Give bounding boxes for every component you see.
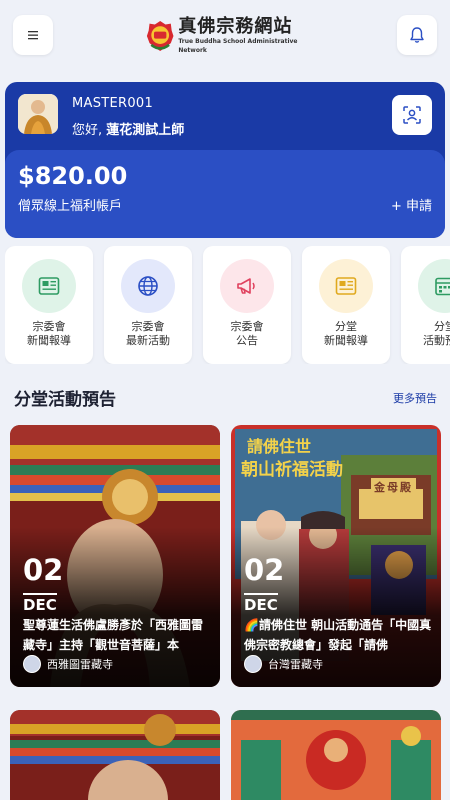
tile-branch-activities[interactable]: 分堂 活動預告: [401, 246, 450, 364]
event-day: 02: [244, 553, 285, 587]
event-title: 聖尊蓮生活佛盧勝彥於「西雅圖雷藏寺」主持「觀世音菩薩」本: [23, 618, 204, 652]
more-link[interactable]: 更多預告: [393, 390, 437, 406]
bell-icon: [410, 27, 424, 43]
balance-panel: $820.00 僧眾線上福利帳戶 + 申請: [5, 150, 445, 238]
poster-line-2: 朝山祈福活動: [241, 460, 343, 480]
tile-hq-news[interactable]: 宗委會 新聞報導: [5, 246, 93, 364]
event-card[interactable]: [10, 710, 220, 800]
top-bar: 真佛宗務網站 True Buddha School Administrative…: [0, 0, 450, 72]
event-org: 西雅圖雷藏寺: [23, 655, 113, 673]
greeting-name: 蓮花測試上師: [106, 123, 185, 138]
tile-icon-bg: [22, 259, 76, 313]
tile-hq-announcements[interactable]: 宗委會 公告: [203, 246, 291, 364]
event-month: DEC: [23, 593, 57, 614]
apply-button[interactable]: + 申請: [391, 195, 432, 214]
menu-icon: [28, 31, 38, 40]
poster-line-1: 請佛住世: [247, 437, 312, 456]
event-image: [10, 710, 220, 800]
face-scan-button[interactable]: [392, 95, 432, 135]
tile-icon-bg: [418, 259, 450, 313]
tile-label: 宗委會 新聞報導: [27, 320, 71, 347]
tile-icon-bg: [220, 259, 274, 313]
balance-label: 僧眾線上福利帳戶: [18, 199, 123, 214]
event-title: 🌈請佛住世 朝山活動通告「中國真佛宗密教總會」發起「請佛: [244, 618, 432, 652]
logo-title: 真佛宗務網站: [178, 16, 293, 37]
section-title: 分堂活動預告: [14, 390, 116, 410]
app-logo: 真佛宗務網站 True Buddha School Administrative…: [146, 16, 311, 56]
tile-branch-news[interactable]: 分堂 新聞報導: [302, 246, 390, 364]
event-month: DEC: [244, 593, 278, 614]
org-name: 台灣雷藏寺: [268, 658, 323, 671]
event-card[interactable]: 02 DEC 聖尊蓮生活佛盧勝彥於「西雅圖雷藏寺」主持「觀世音菩薩」本 西雅圖雷…: [10, 425, 220, 687]
event-image: [231, 710, 441, 800]
logo-subtitle: True Buddha School Administrative Networ…: [178, 38, 298, 54]
event-day: 02: [23, 553, 64, 587]
org-name: 西雅圖雷藏寺: [47, 658, 113, 671]
face-scan-icon: [403, 106, 421, 124]
user-id: MASTER001: [72, 96, 154, 111]
megaphone-icon: [237, 278, 255, 294]
tile-label: 分堂 活動預告: [423, 320, 450, 347]
globe-icon: [138, 276, 158, 296]
quick-links: 宗委會 新聞報導 宗委會 最新活動 宗委會 公告 分堂 新聞報導 分 活動: [5, 246, 450, 364]
greeting-prefix: 您好,: [72, 123, 103, 138]
poster-sign: 金母殿: [371, 478, 416, 496]
account-card: MASTER001 您好, 蓮花測試上師 $820.00 僧眾線上福利帳戶 + …: [5, 82, 445, 238]
event-org: 台灣雷藏寺: [244, 655, 323, 673]
tile-icon-bg: [121, 259, 175, 313]
calendar-icon: [435, 277, 450, 296]
tile-hq-activities[interactable]: 宗委會 最新活動: [104, 246, 192, 364]
event-card[interactable]: 請佛住世 朝山祈福活動 金母殿 02 DEC 🌈請佛住世 朝山活動通告「中國真佛…: [231, 425, 441, 687]
newspaper-icon: [38, 277, 60, 295]
balance-amount: $820.00: [18, 162, 128, 190]
logo-seal-icon: [146, 20, 174, 52]
org-avatar: [244, 655, 262, 673]
tile-label: 宗委會 公告: [230, 320, 264, 347]
event-card[interactable]: [231, 710, 441, 800]
org-avatar: [23, 655, 41, 673]
menu-button[interactable]: [13, 15, 53, 55]
tile-label: 宗委會 最新活動: [126, 320, 170, 347]
newspaper-icon: [335, 277, 357, 295]
tile-icon-bg: [319, 259, 373, 313]
greeting: 您好, 蓮花測試上師: [72, 119, 184, 138]
avatar: [18, 94, 58, 134]
notification-button[interactable]: [397, 15, 437, 55]
tile-label: 分堂 新聞報導: [324, 320, 368, 347]
